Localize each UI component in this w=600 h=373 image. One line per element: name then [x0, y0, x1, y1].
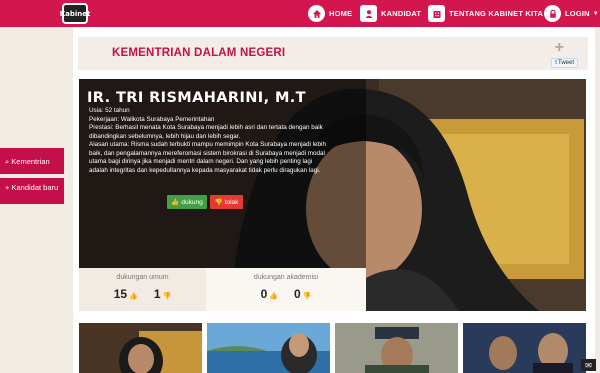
logo-text: Kabinet	[59, 9, 91, 18]
candidate-name: IR. TRI RISMAHARINI, M.T	[87, 90, 306, 106]
candidate-thumbnails	[79, 323, 588, 373]
academic-up-count: 0	[260, 287, 268, 301]
user-icon	[360, 5, 377, 22]
nav-home-label: HOME	[329, 9, 353, 18]
tweet-button[interactable]: t Tweet	[551, 58, 578, 68]
candidate-thumbnail[interactable]	[335, 323, 458, 373]
public-up-count: 15	[113, 287, 128, 301]
thumbs-down-icon: 👎	[162, 293, 172, 300]
candidate-thumbnail[interactable]	[207, 323, 330, 373]
twitter-icon: t	[554, 60, 557, 66]
downvote-label: tolak	[224, 198, 239, 206]
academic-support: dukungan akademisi 0 👍 0 👎	[206, 268, 366, 311]
thumbs-up-icon: 👍	[269, 293, 278, 300]
nav-kandidat-label: KANDIDAT	[381, 9, 422, 18]
nav-kandidat[interactable]: KANDIDAT	[360, 0, 421, 27]
thumbs-down-icon: 👎	[214, 199, 223, 206]
candidate-achievement: Prestasi: Berhasil menata Kota Surabaya …	[89, 124, 323, 140]
candidate-job: Pekerjaan: Walikota Surabaya Pemerintaha…	[89, 115, 215, 123]
academic-support-label: dukungan akademisi	[253, 274, 319, 281]
candidate-card: IR. TRI RISMAHARINI, M.T Usia: 52 tahun …	[79, 79, 586, 311]
nav-home[interactable]: HOME	[308, 0, 352, 27]
home-icon	[308, 5, 325, 22]
sidebar-item-kementrian[interactable]: ⌕ Kementrian	[0, 148, 64, 174]
thumbs-up-icon: 👍	[171, 199, 180, 206]
building-icon	[428, 5, 445, 22]
nav-login-label: LOGIN	[565, 9, 590, 18]
thumbs-down-icon: 👎	[302, 293, 312, 300]
page-header: KEMENTRIAN DALAM NEGERI + t Tweet	[78, 37, 588, 70]
candidate-thumbnail[interactable]	[463, 323, 586, 373]
upvote-label: dukung	[181, 198, 203, 206]
public-support-label: dukungan umum	[116, 274, 169, 281]
candidate-bio: Usia: 52 tahun Pekerjaan: Walikota Surab…	[89, 107, 329, 175]
sidebar-item-kandidat-baru[interactable]: + Kandidat baru	[0, 178, 64, 204]
lock-icon	[544, 5, 561, 22]
sidebar-item-label: Kementrian	[11, 157, 50, 166]
page-title: KEMENTRIAN DALAM NEGERI	[112, 47, 286, 59]
top-navbar: Kabinet HOME KANDIDAT TENTANG KABINET KI…	[0, 0, 600, 27]
public-down-count: 1	[153, 287, 161, 301]
thumbs-up-icon: 👍	[129, 293, 138, 300]
nav-login[interactable]: LOGIN ▼	[544, 0, 599, 27]
tweet-label: Tweet	[557, 60, 574, 66]
candidate-reason: Alasan utama: Risma sudah terbukti mampu…	[89, 141, 326, 174]
sidebar-item-label: Kandidat baru	[11, 183, 59, 192]
plus-icon: +	[5, 183, 10, 192]
search-icon: ⌕	[5, 157, 10, 166]
site-logo[interactable]: Kabinet	[59, 3, 91, 24]
academic-down-count: 0	[294, 287, 301, 301]
upvote-button[interactable]: 👍 dukung	[167, 195, 207, 209]
candidate-thumbnail[interactable]	[79, 323, 202, 373]
add-button[interactable]: +	[555, 40, 564, 56]
public-support: dukungan umum 15 👍 1 👎	[79, 268, 206, 311]
chevron-down-icon: ▼	[592, 10, 599, 17]
downvote-button[interactable]: 👎 tolak	[210, 195, 243, 209]
nav-tentang-label: TENTANG KABINET KITA	[449, 9, 544, 18]
candidate-age: Usia: 52 tahun	[89, 107, 130, 114]
mail-icon[interactable]: ✉	[581, 359, 596, 371]
nav-tentang[interactable]: TENTANG KABINET KITA	[428, 0, 543, 27]
